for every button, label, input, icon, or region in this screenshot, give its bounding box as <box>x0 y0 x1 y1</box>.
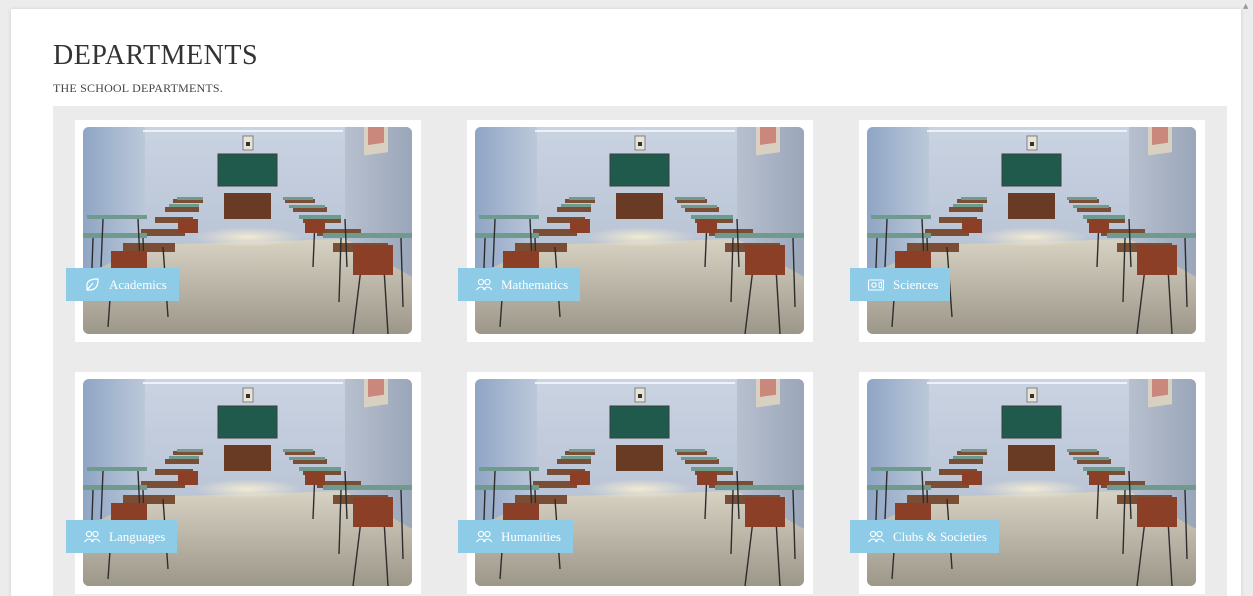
department-card-sciences[interactable]: Sciences <box>850 120 1205 342</box>
users-icon <box>83 530 101 544</box>
users-icon <box>867 530 885 544</box>
page-subtitle: THE SCHOOL DEPARTMENTS. <box>53 81 224 95</box>
department-tag-languages[interactable]: Languages <box>66 520 178 553</box>
department-card-mathematics[interactable]: Mathematics <box>458 120 813 342</box>
department-label: Humanities <box>501 528 561 544</box>
department-label: Sciences <box>893 276 939 292</box>
users-icon <box>475 530 493 544</box>
department-label: Academics <box>109 276 167 292</box>
page-title: DEPARTMENTS <box>53 40 259 71</box>
scroll-up-arrow-icon[interactable]: ▲ <box>1243 2 1251 10</box>
classroom-photo <box>475 127 804 334</box>
department-tag-sciences[interactable]: Sciences <box>850 268 951 301</box>
department-label: Languages <box>109 528 166 544</box>
department-card-academics[interactable]: Academics <box>66 120 421 342</box>
department-label: Mathematics <box>501 276 569 292</box>
department-tag-clubs-societies[interactable]: Clubs & Societies <box>850 520 999 553</box>
classroom-photo <box>83 379 412 586</box>
department-card-humanities[interactable]: Humanities <box>458 372 813 594</box>
video-camera-icon <box>867 278 885 292</box>
department-tag-humanities[interactable]: Humanities <box>458 520 573 553</box>
page-container: DEPARTMENTS THE SCHOOL DEPARTMENTS. Acad… <box>11 9 1241 596</box>
classroom-photo <box>867 379 1196 586</box>
department-card-clubs-societies[interactable]: Clubs & Societies <box>850 372 1205 594</box>
department-card-languages[interactable]: Languages <box>66 372 421 594</box>
users-icon <box>475 278 493 292</box>
department-label: Clubs & Societies <box>893 528 987 544</box>
department-tag-academics[interactable]: Academics <box>66 268 179 301</box>
classroom-photo <box>83 127 412 334</box>
department-tag-mathematics[interactable]: Mathematics <box>458 268 581 301</box>
classroom-photo <box>475 379 804 586</box>
leaf-tag-icon <box>83 277 101 292</box>
departments-grid: Academics Mathematics Sciences Languages… <box>53 106 1227 596</box>
classroom-photo <box>867 127 1196 334</box>
